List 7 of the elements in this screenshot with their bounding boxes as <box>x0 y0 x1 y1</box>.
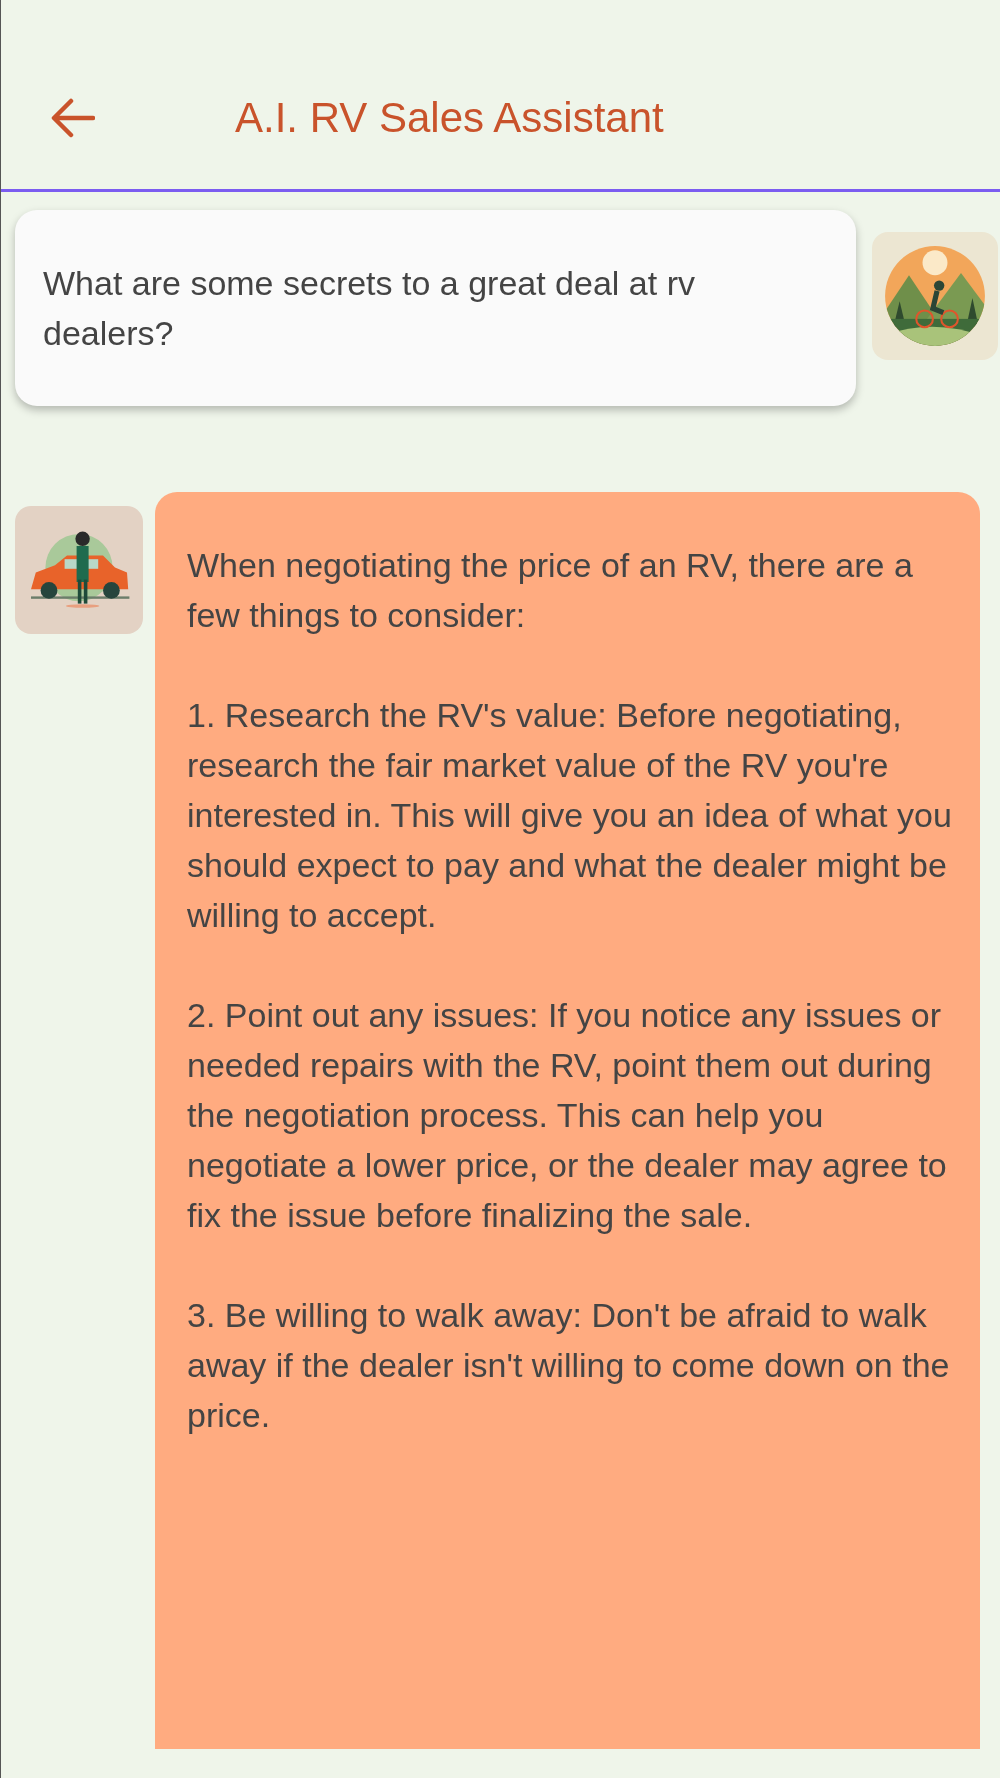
message-text: What are some secrets to a great deal at rv dealers? <box>43 263 696 354</box>
back-icon <box>51 97 95 138</box>
message-text: 1. Research the RV's value: Before negotiating, research the fair market value of the RV you're interested in. This will give you an idea of what you should expect to pay and what the dealer might be willing to accept. <box>187 695 953 936</box>
message-text: 2. Point out any issues: If you notice any issues or needed repairs with the RV, point them out during the negotiation process. This can help you negotiate a lower price, or the dealer may agree to fix the issue before finalizing the sale. <box>187 995 948 1236</box>
message-text: When negotiating the price of an RV, there are a few things to consider: <box>187 545 914 636</box>
app-title: A.I. RV Sales Assistant <box>235 93 664 143</box>
message-text: 3. Be willing to walk away: Don't be afraid to walk away if the dealer isn't willing to come down on the price. <box>187 1295 951 1436</box>
